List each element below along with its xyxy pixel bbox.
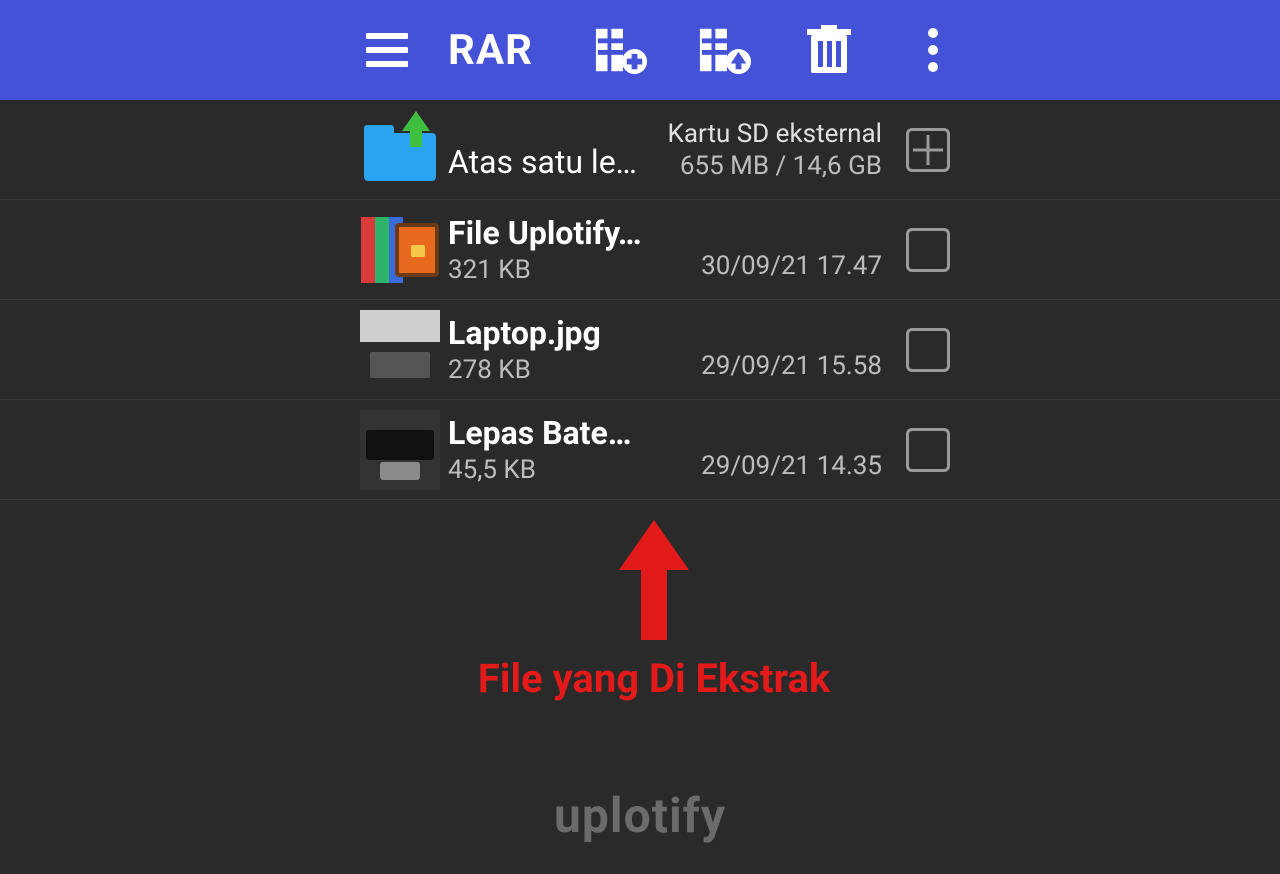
- file-checkbox[interactable]: [906, 228, 950, 272]
- watermark: uplotify: [554, 787, 726, 844]
- delete-icon[interactable]: [802, 23, 856, 77]
- file-checkbox[interactable]: [906, 328, 950, 372]
- grid-view-icon[interactable]: [906, 128, 950, 172]
- app-bar: RAR: [0, 0, 1280, 100]
- file-row[interactable]: Lepas Baterai Laptop.jpg 45,5 KB . 29/09…: [0, 400, 1280, 500]
- annotation-arrow-icon: [619, 520, 689, 640]
- file-checkbox[interactable]: [906, 428, 950, 472]
- appbar-left: RAR: [360, 23, 533, 77]
- file-row[interactable]: File Uplotify.rar 321 KB . 30/09/21 17.4…: [0, 200, 1280, 300]
- annotation-label: File yang Di Ekstrak: [478, 655, 830, 702]
- file-size: 45,5 KB: [448, 455, 642, 485]
- file-list: Atas satu level Kartu SD eksternal 655 M…: [0, 100, 1280, 500]
- nav-up-row[interactable]: Atas satu level Kartu SD eksternal 655 M…: [0, 100, 1280, 200]
- image-thumbnail: [360, 410, 440, 490]
- file-date: 29/09/21 15.58: [701, 351, 882, 381]
- file-size: 321 KB: [448, 255, 642, 285]
- extract-archive-icon[interactable]: [698, 23, 752, 77]
- nav-up-label: Atas satu level: [448, 143, 642, 181]
- app-title: RAR: [448, 26, 533, 75]
- file-name: Lepas Baterai Laptop.jpg: [448, 414, 642, 452]
- image-thumbnail: [360, 310, 440, 390]
- file-date: 30/09/21 17.47: [701, 251, 882, 281]
- hamburger-menu-icon[interactable]: [360, 23, 414, 77]
- add-archive-icon[interactable]: [594, 23, 648, 77]
- file-size: 278 KB: [448, 355, 642, 385]
- file-name: File Uplotify.rar: [448, 214, 642, 252]
- storage-usage: 655 MB / 14,6 GB: [680, 151, 882, 181]
- storage-label: Kartu SD eksternal: [668, 119, 882, 149]
- rar-file-icon: [360, 210, 440, 290]
- overflow-menu-icon[interactable]: [906, 23, 960, 77]
- folder-up-icon: [360, 110, 440, 190]
- appbar-actions: [594, 0, 960, 100]
- file-row[interactable]: Laptop.jpg 278 KB . 29/09/21 15.58: [0, 300, 1280, 400]
- file-date: 29/09/21 14.35: [701, 451, 882, 481]
- file-name: Laptop.jpg: [448, 314, 642, 352]
